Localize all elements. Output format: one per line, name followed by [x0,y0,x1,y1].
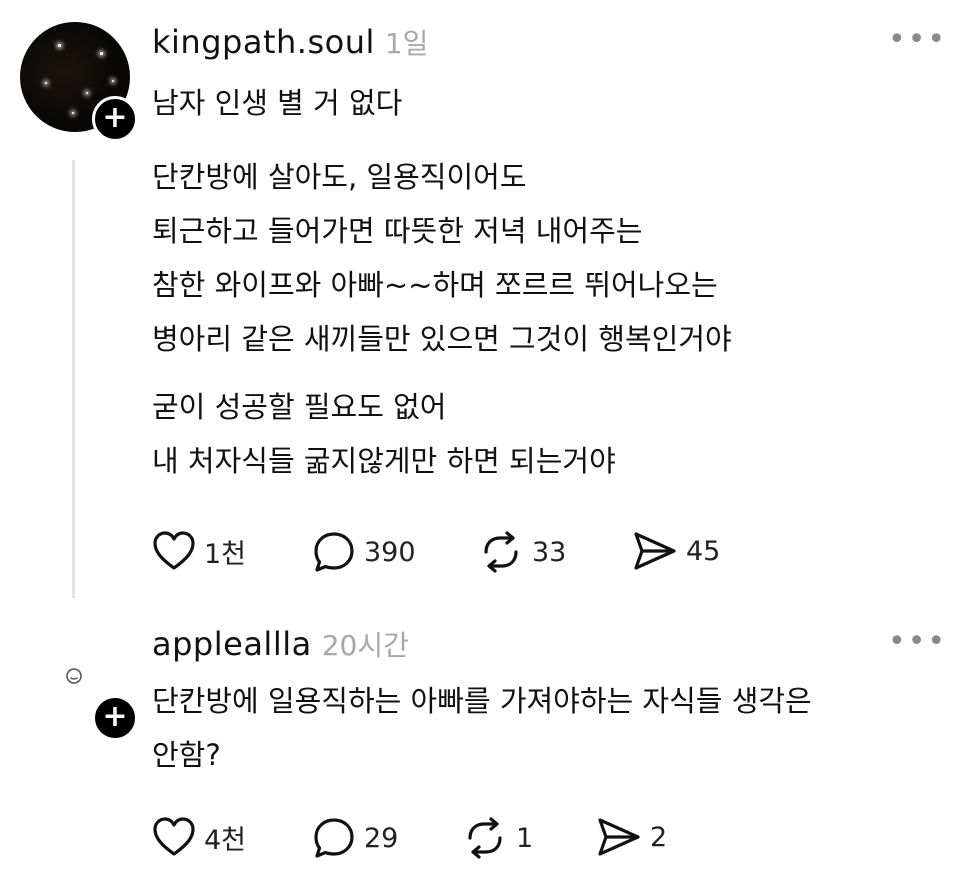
plus-icon: + [102,100,128,135]
plus-icon: + [102,699,128,734]
smiley-icon [66,668,82,684]
post-share-count: 45 [686,535,721,567]
heart-icon [153,531,195,570]
reply-header: appleallla 20시간 [152,624,409,664]
repost-arrows-icon [484,531,518,573]
reply-body: 단칸방에 일용직하는 아빠를 가져야하는 자식들 생각은 안함? [152,674,812,782]
reply-share-count: 2 [650,821,668,853]
post-comment-count: 390 [364,536,416,568]
post-follow-button[interactable]: + [92,96,138,142]
post-body: 단칸방에 살아도, 일용직이어도 퇴근하고 들어가면 따뜻한 저녁 내어주는 참… [152,150,732,366]
post-like-button[interactable]: 1천 [152,530,246,572]
post-repost-button[interactable]: 33 [478,530,566,574]
reply-like-button[interactable]: 4천 [152,816,246,858]
post-username[interactable]: kingpath.soul [152,23,375,61]
post-header: kingpath.soul 1일 [152,22,428,62]
post-body-line: 병아리 같은 새끼들만 있으면 그것이 행복인거야 [152,322,732,356]
post-timestamp: 1일 [384,27,429,60]
post-title: 남자 인생 별 거 없다 [152,86,403,120]
reply-comment-button[interactable]: 29 [312,816,398,860]
reply-body-line: 단칸방에 일용직하는 아빠를 가져야하는 자식들 생각은 [152,684,812,718]
speech-bubble-icon [314,532,354,572]
reply-comment-count: 29 [364,822,399,854]
post-body-2: 굳이 성공할 필요도 없어 내 처자식들 굶지않게만 하면 되는거야 [152,380,616,488]
reply-share-button[interactable]: 2 [596,816,667,858]
post-body-line: 굳이 성공할 필요도 없어 [152,390,447,424]
post-share-button[interactable]: 45 [632,530,720,572]
reply-repost-count: 1 [516,822,534,854]
reply-more-button[interactable]: ••• [888,624,947,659]
post-body-line: 내 처자식들 굶지않게만 하면 되는거야 [152,444,616,478]
thread-line [72,160,75,598]
post-body-line: 단칸방에 살아도, 일용직이어도 [152,160,527,194]
post-comment-button[interactable]: 390 [312,530,416,574]
post-body-line: 퇴근하고 들어가면 따뜻한 저녁 내어주는 [152,214,643,248]
post-repost-count: 33 [532,536,567,568]
paper-plane-icon [634,532,676,570]
post-body-line: 참한 와이프와 아빠~~하며 쪼르르 뛰어나오는 [152,268,718,302]
reply-username[interactable]: appleallla [152,625,312,663]
post-more-button[interactable]: ••• [888,22,947,57]
heart-icon [153,817,195,856]
reply-follow-button[interactable]: + [92,695,138,741]
post-like-count: 1천 [204,538,247,570]
reply-like-count: 4천 [204,824,247,856]
reply-body-line: 안함? [152,738,221,772]
paper-plane-icon [598,818,640,856]
speech-bubble-icon [314,818,354,858]
reply-timestamp: 20시간 [321,629,409,662]
reply-repost-button[interactable]: 1 [462,816,533,860]
repost-arrows-icon [468,817,502,859]
